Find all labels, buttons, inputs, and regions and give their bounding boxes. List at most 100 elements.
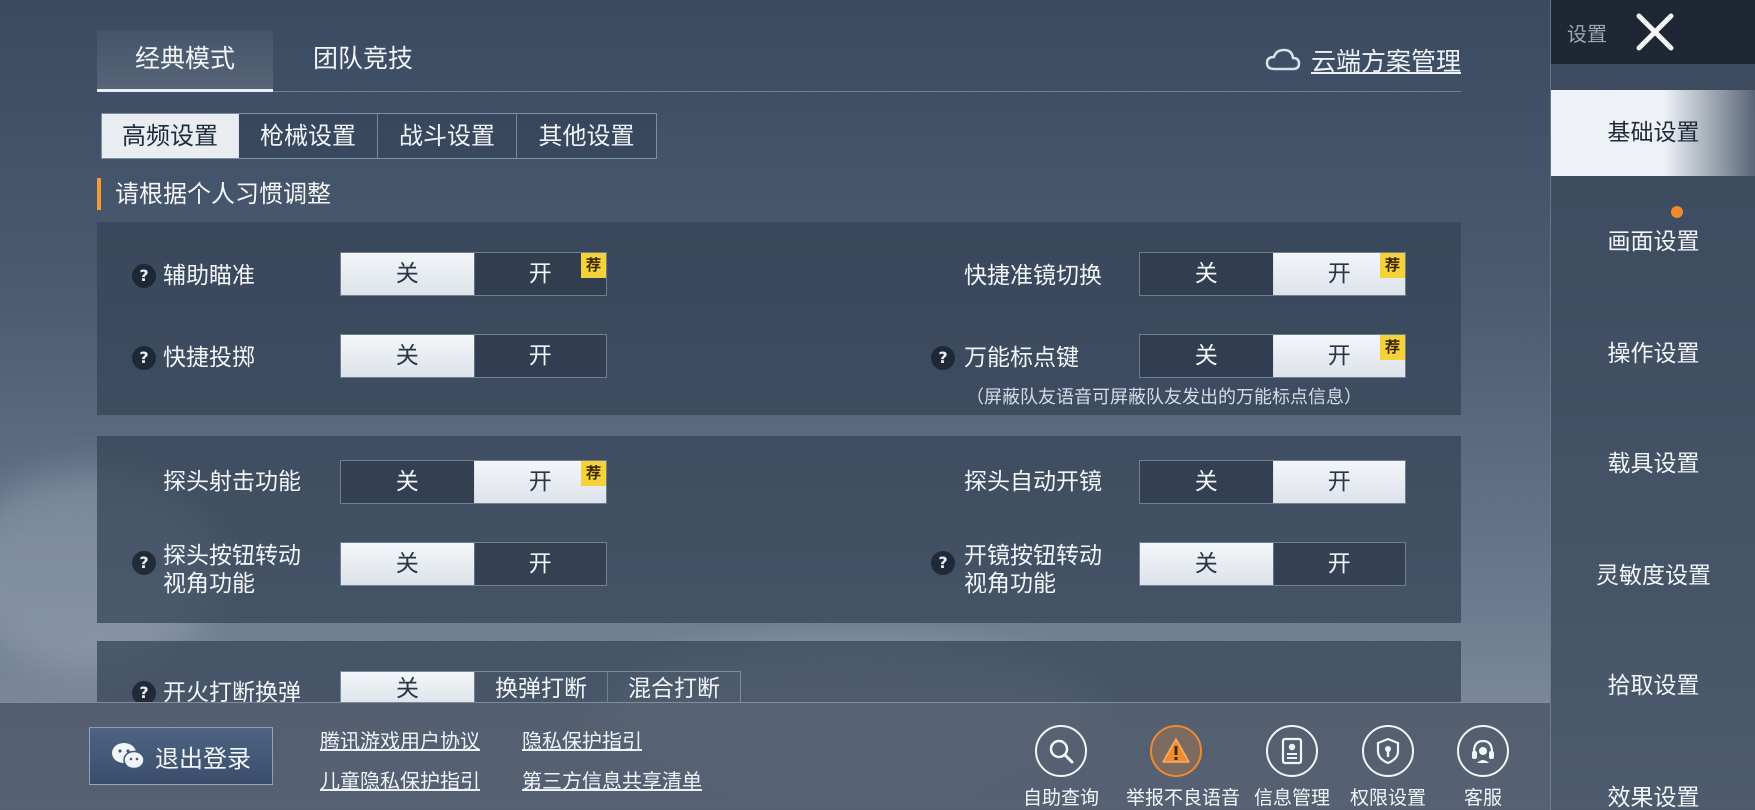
wechat-icon: [112, 743, 145, 770]
peek-fire-on-label: 开: [528, 469, 552, 495]
fire-interrupt-option-off[interactable]: 关: [341, 672, 474, 702]
peek-button-rotate-on[interactable]: 开: [473, 543, 607, 585]
close-icon: [1636, 13, 1674, 51]
fire-interrupt-option-mixed[interactable]: 混合打断: [607, 672, 740, 702]
recommend-badge: 荐: [1380, 253, 1405, 278]
circle: [1266, 725, 1318, 777]
help-icon[interactable]: ?: [132, 264, 156, 288]
quick-throw-on[interactable]: 开: [473, 335, 607, 377]
close-button[interactable]: [1627, 8, 1683, 56]
cloud-scheme-manage-label: 云端方案管理: [1310, 47, 1461, 76]
peek-auto-scope-label: 探头自动开镜: [964, 469, 1102, 495]
tab-high-frequency[interactable]: 高频设置: [102, 114, 239, 158]
recommend-badge: 荐: [581, 461, 606, 486]
help-icon[interactable]: ?: [931, 346, 955, 370]
sidebar-title: 设置: [1567, 22, 1607, 46]
circle: [1457, 725, 1509, 777]
fire-interrupt-option-reload[interactable]: 换弹打断: [474, 672, 607, 702]
peek-fire-label: 探头射击功能: [163, 469, 301, 495]
sidebar-item-sensitivity-settings[interactable]: 灵敏度设置: [1551, 533, 1755, 619]
sidebar-item-pickup-settings[interactable]: 拾取设置: [1551, 643, 1755, 729]
report-voice-label: 举报不良语音: [1126, 787, 1241, 809]
cloud-scheme-manage-link[interactable]: 云端方案管理: [1265, 42, 1461, 78]
quick-scope-switch-on[interactable]: 开荐: [1272, 253, 1405, 295]
settings-panel-2: 探头射击功能 关 开荐 ? 探头按钮转动 视角功能 关 开 探头自动开镜 关 开…: [97, 436, 1461, 623]
peek-button-rotate-off[interactable]: 关: [341, 543, 474, 585]
peek-auto-scope-on[interactable]: 开: [1272, 461, 1405, 503]
settings-sidebar: 设置 基础设置 画面设置 操作设置 载具设置 灵敏度设置 拾取设置 效果设置: [1550, 0, 1755, 810]
bottom-bar: 退出登录 腾讯游戏用户协议 隐私保护指引 儿童隐私保护指引 第三方信息共享清单 …: [0, 702, 1550, 810]
aim-assist-on[interactable]: 开荐: [473, 253, 606, 295]
privacy-guide-link[interactable]: 隐私保护指引: [522, 725, 642, 754]
quick-scope-switch-off[interactable]: 关: [1140, 253, 1273, 295]
tab-other-settings[interactable]: 其他设置: [517, 114, 656, 158]
user-agreement-link[interactable]: 腾讯游戏用户协议: [320, 725, 480, 754]
help-icon[interactable]: ?: [931, 551, 955, 575]
universal-marker-label: 万能标点键: [964, 345, 1079, 371]
permission-settings-button[interactable]: 权限设置: [1338, 725, 1438, 810]
settings-panel-3: ? 开火打断换弹 关 换弹打断 混合打断: [97, 641, 1461, 702]
scope-button-rotate-on[interactable]: 开: [1272, 543, 1406, 585]
quick-scope-switch-toggle: 关 开荐: [1139, 252, 1406, 296]
peek-button-rotate-label-line2: 视角功能: [163, 571, 255, 597]
universal-marker-on-label: 开: [1327, 343, 1351, 369]
scope-button-rotate-label-line2: 视角功能: [964, 571, 1056, 597]
customer-service-label: 客服: [1463, 787, 1502, 809]
peek-button-rotate-label-line1: 探头按钮转动: [163, 543, 301, 569]
logout-label: 退出登录: [155, 744, 251, 773]
tab-weapon-settings[interactable]: 枪械设置: [239, 114, 378, 158]
search-icon: [1049, 739, 1074, 764]
settings-panel-1: ? 辅助瞄准 关 开荐 ? 快捷投掷 关 开 快捷准镜切换 关 开荐 ? 万能标…: [97, 222, 1461, 415]
quick-scope-switch-label: 快捷准镜切换: [964, 263, 1102, 289]
permission-settings-label: 权限设置: [1349, 787, 1426, 809]
peek-auto-scope-off[interactable]: 关: [1140, 461, 1273, 503]
tab-combat-settings[interactable]: 战斗设置: [378, 114, 517, 158]
warning-icon: [1162, 738, 1190, 763]
notification-dot: [1671, 206, 1683, 218]
info-management-label: 信息管理: [1253, 787, 1330, 809]
aim-assist-label: 辅助瞄准: [163, 263, 255, 289]
customer-service-button[interactable]: 客服: [1433, 725, 1533, 810]
mode-tab-bar: 经典模式 团队竞技 云端方案管理: [97, 30, 1461, 92]
quick-scope-switch-on-label: 开: [1327, 261, 1351, 287]
report-voice-button[interactable]: 举报不良语音: [1126, 725, 1241, 810]
peek-fire-toggle: 关 开荐: [340, 460, 607, 504]
quick-throw-label: 快捷投掷: [163, 345, 255, 371]
sub-tab-bar: 高频设置 枪械设置 战斗设置 其他设置: [101, 113, 657, 159]
tab-team-deathmatch[interactable]: 团队竞技: [293, 30, 433, 92]
peek-auto-scope-toggle: 关 开: [1139, 460, 1406, 504]
self-service-query-button[interactable]: 自助查询: [1011, 725, 1111, 810]
sidebar-item-graphics-settings[interactable]: 画面设置: [1551, 199, 1755, 285]
universal-marker-on[interactable]: 开荐: [1272, 335, 1405, 377]
sidebar-item-effect-settings[interactable]: 效果设置: [1551, 755, 1755, 810]
cloud-icon: [1265, 48, 1301, 71]
universal-marker-off[interactable]: 关: [1140, 335, 1273, 377]
info-management-button[interactable]: 信息管理: [1242, 725, 1342, 810]
fire-interrupt-reload-selector: 关 换弹打断 混合打断: [340, 671, 741, 702]
circle: [1035, 725, 1087, 777]
quick-throw-off[interactable]: 关: [341, 335, 474, 377]
child-privacy-link[interactable]: 儿童隐私保护指引: [320, 765, 480, 794]
recommend-badge: 荐: [1380, 335, 1405, 360]
circle: [1362, 725, 1414, 777]
tab-classic-mode[interactable]: 经典模式: [97, 30, 273, 92]
help-icon[interactable]: ?: [132, 681, 156, 702]
third-party-sharing-link[interactable]: 第三方信息共享清单: [522, 765, 702, 794]
scope-button-rotate-toggle: 关 开: [1139, 542, 1406, 586]
peek-fire-off[interactable]: 关: [341, 461, 474, 503]
sidebar-item-control-settings[interactable]: 操作设置: [1551, 311, 1755, 397]
sidebar-item-vehicle-settings[interactable]: 载具设置: [1551, 421, 1755, 507]
aim-assist-toggle: 关 开荐: [340, 252, 607, 296]
logout-button[interactable]: 退出登录: [89, 727, 273, 785]
help-icon[interactable]: ?: [132, 346, 156, 370]
help-icon[interactable]: ?: [132, 551, 156, 575]
scope-button-rotate-off[interactable]: 关: [1140, 543, 1273, 585]
peek-fire-on[interactable]: 开荐: [473, 461, 606, 503]
aim-assist-on-label: 开: [528, 261, 552, 287]
sidebar-item-basic-settings[interactable]: 基础设置: [1551, 90, 1755, 176]
quick-throw-toggle: 关 开: [340, 334, 607, 378]
fire-interrupt-reload-label: 开火打断换弹: [163, 680, 301, 702]
self-service-query-label: 自助查询: [1022, 787, 1099, 809]
universal-marker-toggle: 关 开荐: [1139, 334, 1406, 378]
aim-assist-off[interactable]: 关: [341, 253, 474, 295]
